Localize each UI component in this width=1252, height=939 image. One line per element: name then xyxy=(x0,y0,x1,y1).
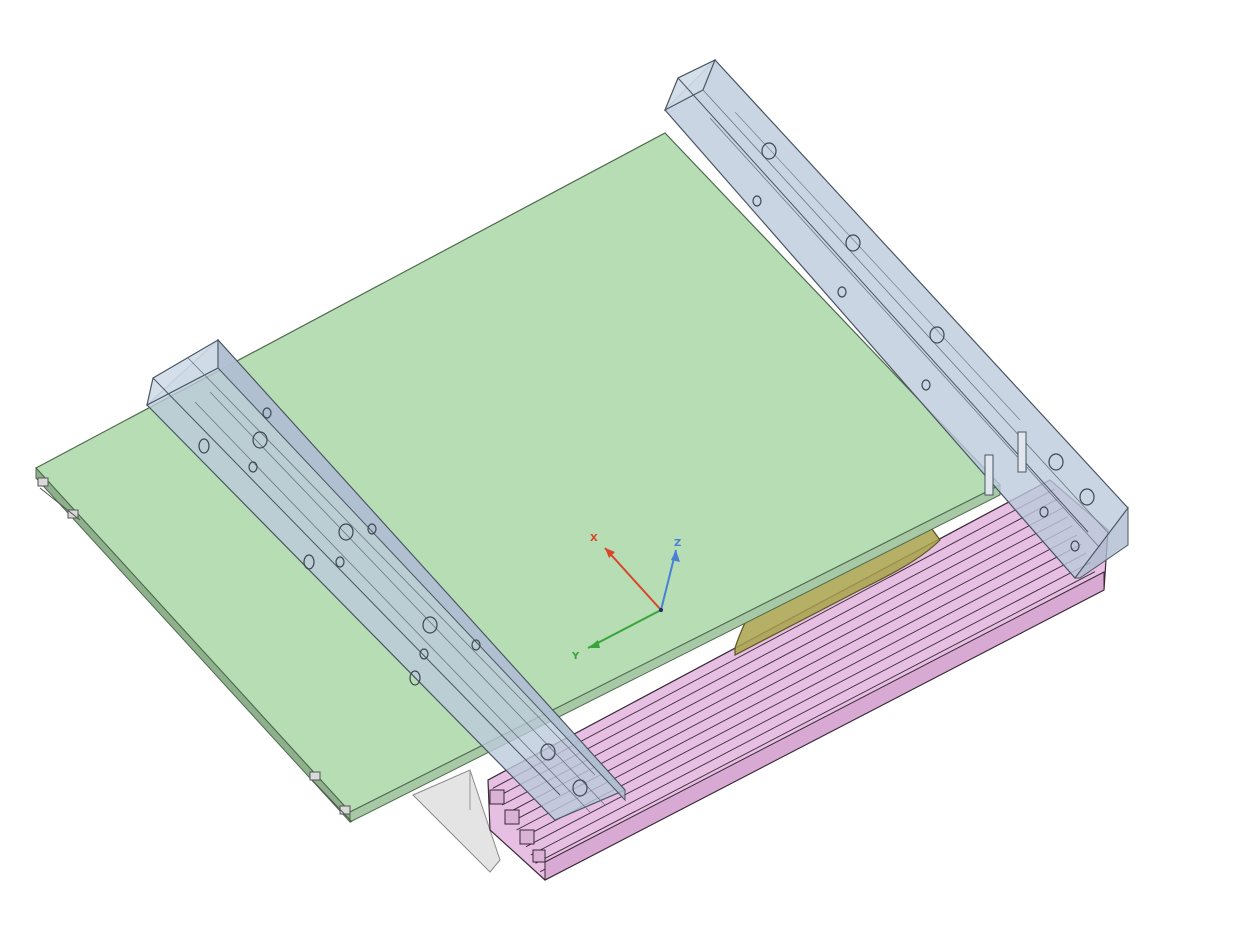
z-axis-label: Z xyxy=(674,538,681,549)
origin-point xyxy=(659,608,663,612)
model-scene[interactable]: X Z Y xyxy=(0,0,1252,939)
cad-viewport[interactable]: X Z Y xyxy=(0,0,1252,939)
fence-panel[interactable] xyxy=(412,769,501,873)
x-axis-label: X xyxy=(590,533,598,544)
y-axis-label: Y xyxy=(571,651,580,662)
